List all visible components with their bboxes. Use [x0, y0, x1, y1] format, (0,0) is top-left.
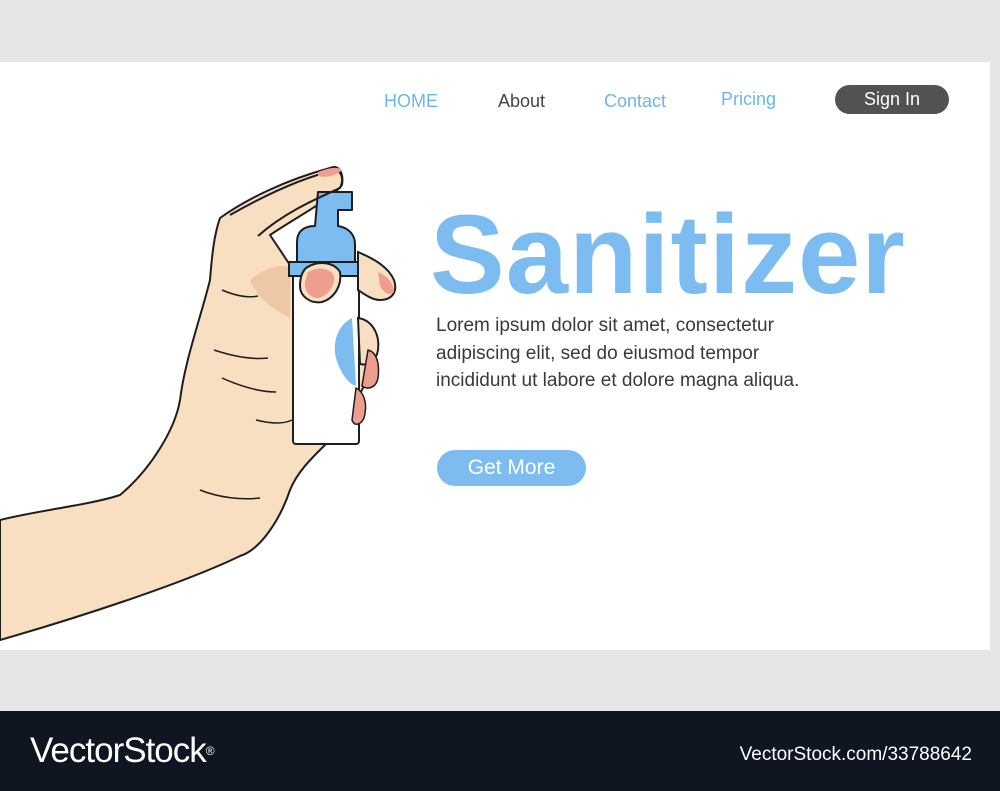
vectorstock-logo: VectorStock®: [30, 731, 215, 771]
hero-description: Lorem ipsum dolor sit amet, consectetur …: [436, 315, 800, 391]
nav-about-link[interactable]: About: [498, 90, 545, 112]
get-more-button[interactable]: Get More: [437, 450, 586, 486]
landing-page: HOME About Contact Pricing Sign In Sanit…: [0, 62, 990, 650]
nav-pricing-link[interactable]: Pricing: [721, 88, 776, 110]
hand-holding-sanitizer-bottle-icon: [0, 166, 397, 641]
registered-mark: ®: [205, 744, 215, 758]
sign-in-button[interactable]: Sign In: [835, 85, 949, 114]
nav-contact-link[interactable]: Contact: [604, 90, 666, 112]
watermark-url: VectorStock.com/33788642: [739, 744, 972, 765]
watermark-brand: VectorStock: [30, 731, 207, 770]
hero-title: Sanitizer: [430, 192, 906, 317]
watermark-bar: VectorStock® VectorStock.com/33788642: [0, 711, 1000, 791]
